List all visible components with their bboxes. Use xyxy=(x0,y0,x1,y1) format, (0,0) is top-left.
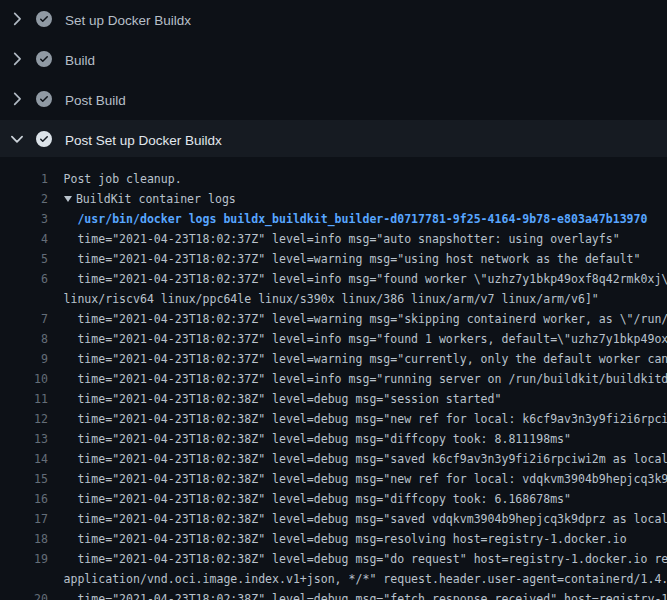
step-label: Post Set up Docker Buildx xyxy=(65,133,222,148)
step-header-post-set-up-docker-buildx[interactable]: Post Set up Docker Buildx xyxy=(0,120,667,160)
line-number[interactable] xyxy=(0,289,48,309)
log-row: 11 time="2021-04-23T18:02:38Z" level=deb… xyxy=(0,389,667,409)
line-number[interactable]: 5 xyxy=(0,249,48,269)
line-number[interactable]: 12 xyxy=(0,409,48,429)
line-number[interactable]: 8 xyxy=(0,329,48,349)
log-group-row: 2 BuildKit container logs xyxy=(0,189,667,209)
log-command-row: 3 /usr/bin/docker logs buildx_buildkit_b… xyxy=(0,209,667,229)
log-text: time="2021-04-23T18:02:38Z" level=debug … xyxy=(64,489,571,509)
line-number[interactable]: 14 xyxy=(0,449,48,469)
line-number[interactable]: 10 xyxy=(0,369,48,389)
line-number[interactable]: 9 xyxy=(0,349,48,369)
line-number[interactable]: 13 xyxy=(0,429,48,449)
line-number[interactable]: 3 xyxy=(0,209,48,229)
log-row: 9 time="2021-04-23T18:02:37Z" level=warn… xyxy=(0,349,667,369)
log-text: time="2021-04-23T18:02:38Z" level=debug … xyxy=(64,589,667,600)
log-text: time="2021-04-23T18:02:38Z" level=debug … xyxy=(64,429,571,449)
log-row: 7 time="2021-04-23T18:02:37Z" level=warn… xyxy=(0,309,667,329)
log-panel: 1 Post job cleanup. 2 BuildKit container lo… xyxy=(0,160,667,600)
log-text: time="2021-04-23T18:02:37Z" level=warnin… xyxy=(64,249,641,269)
check-circle-icon xyxy=(36,51,52,67)
log-row: 16 time="2021-04-23T18:02:38Z" level=deb… xyxy=(0,489,667,509)
line-number[interactable]: 1 xyxy=(0,169,48,189)
group-collapse-triangle-icon[interactable] xyxy=(64,196,72,202)
log-row: 6 time="2021-04-23T18:02:37Z" level=info… xyxy=(0,269,667,289)
step-label: Build xyxy=(65,53,95,68)
check-circle-icon xyxy=(36,11,52,27)
log-text: time="2021-04-23T18:02:38Z" level=debug … xyxy=(64,549,667,569)
line-number[interactable]: 11 xyxy=(0,389,48,409)
log-command-text: /usr/bin/docker logs buildx_buildkit_bui… xyxy=(64,209,648,229)
log-text: time="2021-04-23T18:02:37Z" level=info m… xyxy=(64,369,667,389)
log-row-wrap: application/vnd.oci.image.index.v1+json,… xyxy=(0,569,667,589)
group-label: BuildKit container logs xyxy=(76,192,236,206)
step-label: Post Build xyxy=(65,93,126,108)
log-row-wrap: linux/riscv64 linux/ppc64le linux/s390x … xyxy=(0,289,667,309)
line-number[interactable]: 4 xyxy=(0,229,48,249)
check-circle-icon xyxy=(36,131,52,147)
log-text: time="2021-04-23T18:02:38Z" level=debug … xyxy=(64,409,667,429)
chevron-down-icon xyxy=(9,131,25,147)
chevron-right-icon xyxy=(9,11,25,27)
log-row: 10 time="2021-04-23T18:02:37Z" level=inf… xyxy=(0,369,667,389)
chevron-right-icon xyxy=(9,51,25,67)
log-row: 20 time="2021-04-23T18:02:38Z" level=deb… xyxy=(0,589,667,600)
line-number[interactable]: 6 xyxy=(0,269,48,289)
steps-list: Set up Docker Buildx Build Post Build Post … xyxy=(0,0,667,160)
log-row: 1 Post job cleanup. xyxy=(0,169,667,189)
log-text: time="2021-04-23T18:02:37Z" level=info m… xyxy=(64,329,667,349)
line-number[interactable]: 17 xyxy=(0,509,48,529)
log-text: linux/riscv64 linux/ppc64le linux/s390x … xyxy=(64,289,599,309)
log-row: 18 time="2021-04-23T18:02:38Z" level=deb… xyxy=(0,529,667,549)
log-row: 12 time="2021-04-23T18:02:38Z" level=deb… xyxy=(0,409,667,429)
line-number[interactable]: 7 xyxy=(0,309,48,329)
log-text: time="2021-04-23T18:02:38Z" level=debug … xyxy=(64,449,667,469)
check-circle-icon xyxy=(36,91,52,107)
step-header-post-build[interactable]: Post Build xyxy=(0,80,667,120)
step-label: Set up Docker Buildx xyxy=(65,13,191,28)
line-number[interactable]: 16 xyxy=(0,489,48,509)
log-row: 5 time="2021-04-23T18:02:37Z" level=warn… xyxy=(0,249,667,269)
log-row: 19 time="2021-04-23T18:02:38Z" level=deb… xyxy=(0,549,667,569)
log-text: time="2021-04-23T18:02:37Z" level=warnin… xyxy=(64,309,667,329)
log-row: 15 time="2021-04-23T18:02:38Z" level=deb… xyxy=(0,469,667,489)
log-row: 17 time="2021-04-23T18:02:38Z" level=deb… xyxy=(0,509,667,529)
log-row: 13 time="2021-04-23T18:02:38Z" level=deb… xyxy=(0,429,667,449)
log-text[interactable]: BuildKit container logs xyxy=(64,189,236,209)
chevron-right-icon xyxy=(9,91,25,107)
log-text: time="2021-04-23T18:02:38Z" level=debug … xyxy=(64,389,502,409)
log-text: time="2021-04-23T18:02:38Z" level=debug … xyxy=(64,509,667,529)
line-number[interactable]: 20 xyxy=(0,589,48,600)
log-row: 14 time="2021-04-23T18:02:38Z" level=deb… xyxy=(0,449,667,469)
log-text: time="2021-04-23T18:02:38Z" level=debug … xyxy=(64,469,667,489)
line-number[interactable]: 15 xyxy=(0,469,48,489)
log-text: time="2021-04-23T18:02:37Z" level=info m… xyxy=(64,269,667,289)
log-text: time="2021-04-23T18:02:37Z" level=warnin… xyxy=(64,349,667,369)
log-row: 4 time="2021-04-23T18:02:37Z" level=info… xyxy=(0,229,667,249)
step-header-build[interactable]: Build xyxy=(0,40,667,80)
line-number[interactable]: 18 xyxy=(0,529,48,549)
log-row: 8 time="2021-04-23T18:02:37Z" level=info… xyxy=(0,329,667,349)
log-text: time="2021-04-23T18:02:37Z" level=info m… xyxy=(64,229,620,249)
log-text: application/vnd.oci.image.index.v1+json,… xyxy=(64,569,667,589)
log-text: time="2021-04-23T18:02:38Z" level=debug … xyxy=(64,529,627,549)
line-number[interactable] xyxy=(0,569,48,589)
line-number[interactable]: 19 xyxy=(0,549,48,569)
log-text: Post job cleanup. xyxy=(64,169,182,189)
step-header-set-up-docker-buildx[interactable]: Set up Docker Buildx xyxy=(0,0,667,40)
line-number[interactable]: 2 xyxy=(0,189,48,209)
